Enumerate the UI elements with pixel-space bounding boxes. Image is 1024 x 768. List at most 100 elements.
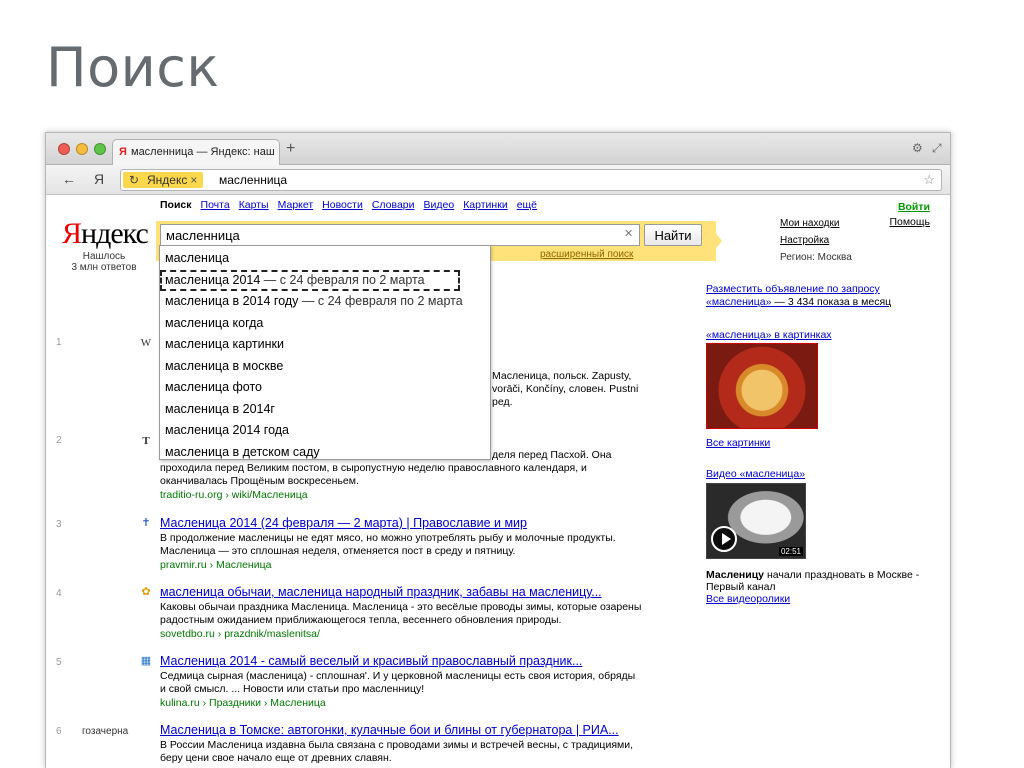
suggestion-item[interactable]: масленица в 2014г	[160, 399, 490, 420]
result-number: 4	[56, 588, 62, 599]
yandex-button[interactable]: Я	[94, 171, 104, 187]
settings-link[interactable]: Настройка	[780, 232, 852, 249]
video-section-link[interactable]: Видео «масленица»	[706, 468, 805, 480]
result-url[interactable]: traditio-ru.org › wiki/Масленица	[160, 489, 308, 501]
pancakes-image-thumbnail[interactable]	[706, 343, 818, 429]
suggestion-text: масленица в 2014г	[165, 401, 275, 416]
service-link-5[interactable]: Словари	[372, 199, 415, 211]
video-description: Масленицу начали праздновать в Москве - …	[706, 569, 938, 593]
sovetdbo-icon: ✿	[141, 586, 151, 598]
logo-letter: Я	[62, 217, 82, 250]
tab-active[interactable]: Я масленница — Яндекс: наш	[112, 139, 280, 165]
browser-toolbar: ← Я ↻ Яндекс × масленница ☆	[46, 165, 950, 195]
reload-icon[interactable]: ↻	[129, 173, 139, 187]
advanced-search-link[interactable]: расширенный поиск	[540, 249, 633, 260]
my-finds-link[interactable]: Мои находки	[780, 215, 852, 232]
address-search-tag[interactable]: ↻ Яндекс ×	[123, 172, 204, 188]
result-snippet: Каковы обычаи праздника Масленица. Масле…	[160, 601, 642, 613]
minimize-window-button[interactable]	[76, 143, 88, 155]
result-url[interactable]: pravmir.ru › Масленица	[160, 559, 271, 571]
suggestion-item[interactable]: масленица фото	[160, 377, 490, 398]
suggestion-item[interactable]: масленица в 2014 году — с 24 февраля по …	[160, 291, 490, 312]
yandex-logo[interactable]: Яндекс	[62, 217, 149, 251]
video-thumbnail[interactable]: 02:51	[706, 483, 806, 559]
ad-placement-link[interactable]: Разместить объявление по запросу «маслен…	[706, 283, 938, 309]
address-bar[interactable]: ↻ Яндекс × масленница ☆	[120, 169, 942, 191]
service-link-7[interactable]: Картинки	[463, 199, 508, 211]
suggestion-item[interactable]: масленица 2014 года	[160, 420, 490, 441]
page-content: Яндекс Нашлось 3 млн ответов Поиск Почта К…	[46, 195, 950, 768]
play-icon[interactable]	[711, 526, 737, 552]
kulina-icon: ▦	[140, 655, 152, 667]
suggestion-date: — с 24 февраля по 2 марта	[298, 294, 463, 308]
tab-title: масленница — Яндекс: наш	[131, 146, 275, 158]
address-tag-label: Яндекс	[147, 173, 188, 187]
result-title-link[interactable]: Масленица 2014 (24 февраля — 2 марта) | …	[160, 516, 527, 530]
result-number: 3	[56, 519, 62, 530]
suggestion-date: — с 24 февраля по 2 марта	[260, 272, 425, 287]
video-desc-bold: Масленицу	[706, 569, 765, 581]
traditio-icon: T	[142, 435, 150, 447]
login-link[interactable]: Войти	[886, 200, 930, 215]
suggestion-text: масленица	[165, 251, 230, 265]
ad-count: — 3 434 показа в месяц	[771, 296, 892, 308]
star-icon[interactable]: ☆	[923, 172, 935, 188]
result-number: 2	[56, 435, 62, 446]
service-link-2[interactable]: Карты	[239, 199, 269, 211]
service-link-3[interactable]: Маркет	[278, 199, 314, 211]
suggestion-text: масленица в детском саду	[165, 444, 320, 459]
result-title-link[interactable]: Масленица в Томске: автогонки, кулачные …	[160, 723, 619, 737]
pravmir-icon: ✝	[141, 517, 151, 529]
all-images-link[interactable]: Все картинки	[706, 437, 770, 449]
suggestion-item[interactable]: масленица 2014 — с 24 февраля по 2 марта	[160, 269, 460, 291]
suggestion-text: масленица 2014	[165, 272, 261, 287]
services-nav: Поиск Почта Карты Маркет Новости Словари Видео…	[160, 199, 546, 211]
share-icon[interactable]: ⚙	[912, 141, 923, 155]
service-link-8[interactable]: ещё	[517, 199, 537, 211]
result-number: 6	[56, 726, 62, 737]
user-links: Мои находки Настройка Регион: Москва	[780, 215, 852, 266]
suggestion-item[interactable]: масленица в детском саду	[160, 442, 490, 463]
suggestion-text: масленица когда	[165, 315, 264, 330]
all-videos-link[interactable]: Все видеоролики	[706, 593, 790, 605]
result-snippet: Масленица, польск. Zapusty,	[492, 370, 632, 382]
wikipedia-icon: W	[140, 337, 152, 349]
fullscreen-icon[interactable]: ⤢	[932, 141, 942, 156]
result-url[interactable]: sovetdbo.ru › prazdnik/maslenitsa/	[160, 628, 320, 640]
result-side-label: гозачерна	[82, 726, 129, 737]
suggestion-item[interactable]: масленица в москве	[160, 356, 490, 377]
browser-window: Я масленница — Яндекс: наш + ⚙ ⤢ ← Я ↻ Я…	[45, 132, 951, 768]
new-tab-button[interactable]: +	[286, 140, 295, 158]
service-link-1[interactable]: Почта	[201, 199, 230, 211]
result-snippet: проходила перед Великим постом, в сыропу…	[160, 462, 587, 474]
result-url[interactable]: kulina.ru › Праздники › Масленица	[160, 697, 326, 709]
close-window-button[interactable]	[58, 143, 70, 155]
suggestion-item[interactable]: масленица картинки	[160, 334, 490, 355]
result-snippet: В России Масленица издавна была связана …	[160, 739, 634, 751]
result-number: 1	[56, 337, 62, 348]
result-title-link[interactable]: масленица обычаи, масленица народный пра…	[160, 585, 602, 599]
zoom-window-button[interactable]	[94, 143, 106, 155]
images-section-link[interactable]: «масленица» в картинках	[706, 329, 832, 341]
search-button[interactable]: Найти	[644, 224, 702, 246]
back-arrow-icon[interactable]: ←	[62, 171, 76, 187]
autosuggest-dropdown: масленица масленица 2014 — с 24 февраля п…	[159, 245, 491, 460]
search-input[interactable]: масленница	[160, 224, 640, 246]
region-label: Регион: Москва	[780, 252, 852, 263]
suggestion-item[interactable]: масленица когда	[160, 313, 490, 334]
result-snippet: радостным ожиданием приближающегося тепл…	[160, 614, 562, 626]
service-link-0[interactable]: Поиск	[160, 199, 192, 211]
help-link[interactable]: Помощь	[886, 215, 930, 230]
search-bar-arrow	[706, 221, 722, 261]
suggestion-item[interactable]: масленица	[160, 248, 490, 269]
service-link-4[interactable]: Новости	[322, 199, 363, 211]
top-login: Войти Помощь	[886, 200, 930, 230]
address-tag-close-icon[interactable]: ×	[190, 173, 197, 187]
service-link-6[interactable]: Видео	[424, 199, 455, 211]
result-number: 5	[56, 657, 62, 668]
address-text[interactable]: масленница	[219, 173, 287, 187]
tab-bar: Я масленница — Яндекс: наш + ⚙ ⤢	[46, 133, 950, 165]
result-title-link[interactable]: Масленица 2014 - самый веселый и красивы…	[160, 654, 582, 668]
result-snippet: Масленица — это сплошная неделя, отменяе…	[160, 545, 516, 557]
clear-icon[interactable]: ✕	[624, 228, 636, 240]
